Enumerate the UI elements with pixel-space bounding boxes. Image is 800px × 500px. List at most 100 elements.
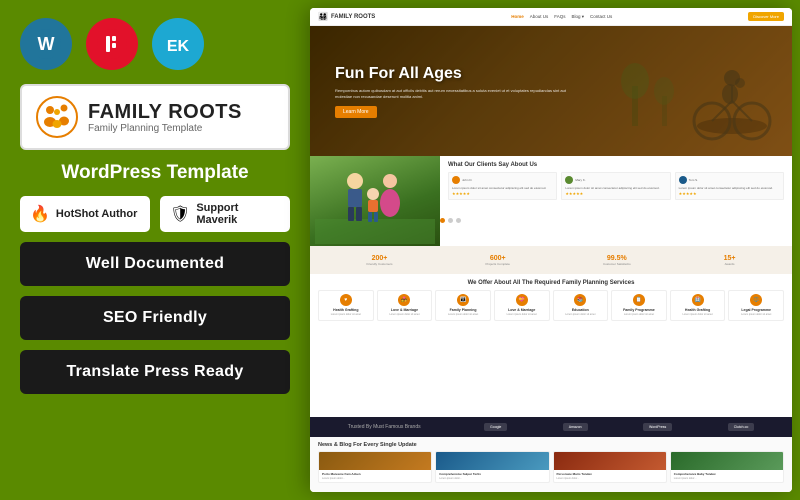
hotshot-icon: 🔥	[30, 204, 50, 224]
service-icon-7: 🏥	[692, 294, 704, 306]
tc-text-3: Lorem ipsum dolor sit amet consectetur a…	[679, 186, 780, 190]
service-card-5: 📚 Education Lorem ipsum dolor sit amet	[553, 290, 609, 321]
service-title-2: Love & Marriage	[381, 308, 429, 312]
mock-brands: Trusted By Must Famous Brands Google Ama…	[310, 417, 792, 437]
tc-name-1: John D.	[462, 178, 472, 182]
blog-text-1: Lorem ipsum dolor...	[322, 477, 428, 480]
hotshot-text: HotShot Author	[56, 208, 137, 220]
feature-btn-2[interactable]: SEO Friendly	[20, 296, 290, 340]
nav-link-faqs[interactable]: FAQs	[554, 14, 565, 19]
carousel-dot-2[interactable]	[448, 218, 453, 223]
service-icon-4: 💝	[516, 294, 528, 306]
tc-name-3: Tom S.	[689, 178, 698, 182]
service-text-5: Lorem ipsum dolor sit amet	[557, 313, 605, 317]
svg-text:EK: EK	[167, 38, 190, 55]
stat-4-num: 15+	[724, 255, 736, 262]
support-badge: 🛡 Support Maverik	[160, 196, 290, 232]
brand-box: FAMILY ROOTS Family Planning Template	[20, 84, 290, 150]
tc-stars-2: ★★★★★	[565, 191, 666, 196]
service-icon-8: ⚖️	[750, 294, 762, 306]
blog-text-3: Lorem ipsum dolor...	[557, 477, 663, 480]
mock-hero-silhouette	[612, 26, 792, 156]
blog-img-3	[554, 452, 666, 470]
mock-nav-links: Home About Us FAQs Blog ▾ Contact Us	[511, 14, 612, 20]
blog-img-1	[319, 452, 431, 470]
brands-title: Trusted By Must Famous Brands	[348, 424, 421, 430]
carousel-dot-3[interactable]	[456, 218, 461, 223]
website-mockup: 👨‍👩‍👧‍👦 FAMILY ROOTS Home About Us FAQs …	[310, 8, 792, 492]
blog-card-3: Persorasie Maris Tundex Lorem ipsum dolo…	[553, 451, 667, 483]
nav-link-blog[interactable]: Blog ▾	[572, 14, 585, 20]
service-text-3: Lorem ipsum dolor sit amet	[439, 313, 487, 317]
nav-link-about[interactable]: About Us	[530, 14, 549, 19]
mock-services-title: We Offer About All The Required Family P…	[318, 280, 784, 286]
stat-2-num: 600+	[485, 255, 510, 262]
blog-headline-2: Comprehensive Sulpur Tertix	[439, 472, 545, 476]
tc-header-3: Tom S.	[679, 176, 780, 184]
nav-link-home[interactable]: Home	[511, 14, 524, 19]
brand-amazon: Amazon	[563, 423, 588, 431]
service-card-8: ⚖️ Legal Programme Lorem ipsum dolor sit…	[728, 290, 784, 321]
avatar-1	[452, 176, 460, 184]
service-card-4: 💝 Love & Marriage Lorem ipsum dolor sit …	[494, 290, 550, 321]
tc-header-2: Mary K.	[565, 176, 666, 184]
service-title-5: Education	[557, 308, 605, 312]
testimonial-card-2: Mary K. Lorem ipsum dolor sit amet conse…	[561, 172, 670, 200]
feature-btn-3[interactable]: Translate Press Ready	[20, 350, 290, 394]
service-card-2: 💑 Love & Marriage Lorem ipsum dolor sit …	[377, 290, 433, 321]
brand-wordpress: WordPress	[643, 423, 672, 431]
feature-btn-1[interactable]: Well Documented	[20, 242, 290, 286]
mock-services: We Offer About All The Required Family P…	[310, 274, 792, 417]
mock-photo-inner	[310, 156, 440, 246]
blog-card-2: Comprehensive Sulpur Tertix Lorem ipsum …	[435, 451, 549, 483]
plugin-icons-row: W EK	[20, 18, 290, 70]
blog-headline-4: Comprehensive Baby Tundex	[674, 472, 780, 476]
service-card-7: 🏥 Health Grafting Lorem ipsum dolor sit …	[670, 290, 726, 321]
service-card-1: ♥ Health Grafting Lorem ipsum dolor sit …	[318, 290, 374, 321]
blog-card-1: Porto Maresme Fam Adven Lorem ipsum dolo…	[318, 451, 432, 483]
brand-logo-icon	[36, 96, 78, 138]
main-container: W EK	[0, 0, 800, 500]
support-text: Support Maverik	[196, 202, 280, 226]
tc-text-2: Lorem ipsum dolor sit amet consectetur a…	[565, 186, 666, 190]
carousel-dot-1[interactable]	[440, 218, 445, 223]
service-card-3: 👨‍👩‍👧 Family Planning Lorem ipsum dolor …	[435, 290, 491, 321]
service-text-6: Lorem ipsum dolor sit amet	[615, 313, 663, 317]
service-text-7: Lorem ipsum dolor sit amet	[674, 313, 722, 317]
tc-header-1: John D.	[452, 176, 553, 184]
blog-img-4	[671, 452, 783, 470]
stat-1-label: Friendly Customers	[366, 262, 392, 266]
blog-content-2: Comprehensive Sulpur Tertix Lorem ipsum …	[436, 470, 548, 482]
brand-clutch: Clutch.co	[728, 423, 755, 431]
mock-stats: 200+ Friendly Customers 600+ Projects Co…	[310, 246, 792, 274]
avatar-3	[679, 176, 687, 184]
mock-family-photo	[310, 156, 440, 246]
service-title-8: Legal Programme	[732, 308, 780, 312]
mock-testimonials: What Our Clients Say About Us John D. Lo…	[440, 156, 792, 246]
svg-text:W: W	[38, 34, 55, 54]
right-panel: 👨‍👩‍👧‍👦 FAMILY ROOTS Home About Us FAQs …	[310, 8, 792, 492]
mock-hero-text: Rempornbus autom quibusdam at aut offici…	[335, 88, 574, 100]
wp-template-label: WordPress Template	[20, 162, 290, 184]
mock-testimonial-cards: John D. Lorem ipsum dolor sit amet conse…	[448, 172, 784, 200]
mock-hero-btn[interactable]: Learn More	[335, 106, 377, 118]
elementor-icon	[86, 18, 138, 70]
left-panel: W EK	[0, 0, 310, 500]
testimonial-card-3: Tom S. Lorem ipsum dolor sit amet consec…	[675, 172, 784, 200]
wordpress-icon: W	[20, 18, 72, 70]
mock-hero-title: Fun For All Ages	[335, 64, 574, 83]
service-icon-6: 📋	[633, 294, 645, 306]
mock-nav: 👨‍👩‍👧‍👦 FAMILY ROOTS Home About Us FAQs …	[310, 8, 792, 26]
mock-nav-cta[interactable]: Discover More	[748, 12, 784, 21]
service-icon-1: ♥	[340, 294, 352, 306]
blog-content-1: Porto Maresme Fam Adven Lorem ipsum dolo…	[319, 470, 431, 482]
brand-google: Google	[484, 423, 507, 431]
mock-testimonials-title: What Our Clients Say About Us	[448, 162, 784, 168]
stat-4: 15+ Awards	[724, 255, 736, 266]
service-title-1: Health Grafting	[322, 308, 370, 312]
blog-content-4: Comprehensive Baby Tundex Lorem ipsum do…	[671, 470, 783, 482]
nav-link-contact[interactable]: Contact Us	[590, 14, 612, 19]
stat-3: 99.5% Customer Satisfactio	[603, 255, 631, 266]
stat-3-label: Customer Satisfactio	[603, 262, 631, 266]
service-title-7: Health Grafting	[674, 308, 722, 312]
